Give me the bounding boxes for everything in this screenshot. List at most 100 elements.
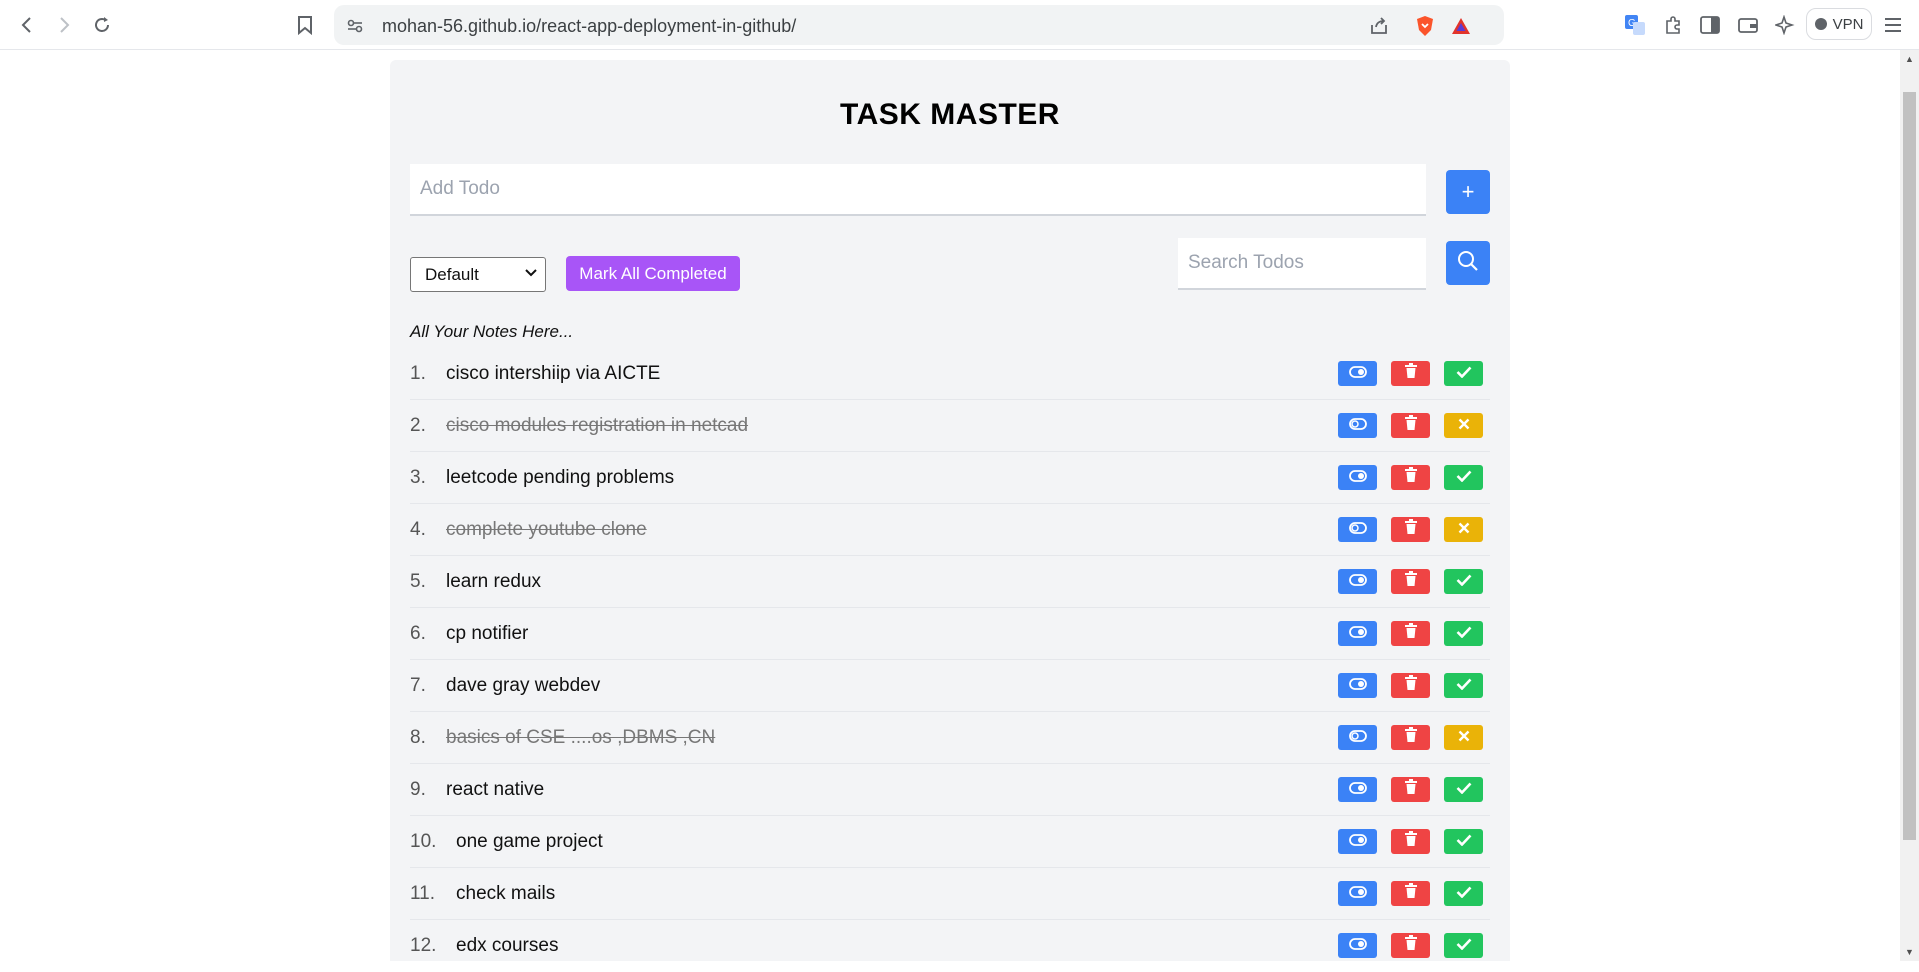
reload-icon[interactable]: [87, 10, 117, 40]
mark-incomplete-button[interactable]: [1444, 517, 1483, 542]
delete-button[interactable]: [1391, 829, 1430, 854]
todo-row: 5. learn redux: [410, 556, 1490, 608]
todo-number: 4.: [410, 519, 426, 540]
delete-button[interactable]: [1391, 621, 1430, 646]
toggle-icon: [1348, 521, 1367, 539]
sidebar-icon[interactable]: [1697, 12, 1723, 38]
edit-toggle-button[interactable]: [1338, 569, 1377, 594]
wallet-icon[interactable]: [1735, 12, 1761, 38]
search-button[interactable]: [1446, 241, 1490, 285]
forward-icon[interactable]: [49, 10, 79, 40]
delete-button[interactable]: [1391, 465, 1430, 490]
trash-icon: [1404, 675, 1418, 696]
leo-ai-icon[interactable]: [1772, 12, 1798, 38]
edit-toggle-button[interactable]: [1338, 413, 1377, 438]
check-icon: [1456, 885, 1472, 903]
vpn-button[interactable]: VPN: [1806, 8, 1872, 40]
filter-selected-value: Default: [425, 264, 479, 284]
delete-button[interactable]: [1391, 777, 1430, 802]
brave-shields-icon[interactable]: [1414, 15, 1436, 37]
toggle-icon: [1348, 677, 1367, 695]
todo-number: 12.: [410, 935, 437, 956]
edit-toggle-button[interactable]: [1338, 881, 1377, 906]
mark-complete-button[interactable]: [1444, 361, 1483, 386]
site-settings-icon[interactable]: [344, 15, 366, 37]
check-icon: [1456, 625, 1472, 643]
address-bar[interactable]: mohan-56.github.io/react-app-deployment-…: [334, 5, 1504, 45]
mark-complete-button[interactable]: [1444, 621, 1483, 646]
toggle-icon: [1348, 573, 1367, 591]
delete-button[interactable]: [1391, 361, 1430, 386]
back-icon[interactable]: [12, 10, 42, 40]
delete-button[interactable]: [1391, 933, 1430, 958]
edit-toggle-button[interactable]: [1338, 517, 1377, 542]
trash-icon: [1404, 831, 1418, 852]
todo-row: 1. cisco intershiip via AICTE: [410, 348, 1490, 400]
edit-toggle-button[interactable]: [1338, 725, 1377, 750]
todo-row: 2. cisco modules registration in netcad: [410, 400, 1490, 452]
delete-button[interactable]: [1391, 881, 1430, 906]
trash-icon: [1404, 363, 1418, 384]
todo-row: 4. complete youtube clone: [410, 504, 1490, 556]
add-todo-button[interactable]: +: [1446, 170, 1490, 214]
share-icon[interactable]: [1368, 15, 1390, 37]
edit-toggle-button[interactable]: [1338, 621, 1377, 646]
toggle-icon: [1348, 625, 1367, 643]
mark-incomplete-button[interactable]: [1444, 413, 1483, 438]
todo-row: 11. check mails: [410, 868, 1490, 920]
delete-button[interactable]: [1391, 725, 1430, 750]
todo-text: one game project: [456, 831, 603, 852]
mark-complete-button[interactable]: [1444, 777, 1483, 802]
edit-toggle-button[interactable]: [1338, 361, 1377, 386]
mark-complete-button[interactable]: [1444, 673, 1483, 698]
check-icon: [1456, 469, 1472, 487]
edit-toggle-button[interactable]: [1338, 933, 1377, 958]
mark-complete-button[interactable]: [1444, 933, 1483, 958]
url-text[interactable]: mohan-56.github.io/react-app-deployment-…: [382, 16, 796, 37]
mark-all-completed-button[interactable]: Mark All Completed: [566, 256, 740, 291]
check-icon: [1456, 937, 1472, 955]
mark-complete-button[interactable]: [1444, 465, 1483, 490]
check-icon: [1456, 365, 1472, 383]
scrollbar-thumb[interactable]: [1903, 92, 1916, 840]
extensions-icon[interactable]: [1660, 12, 1686, 38]
toggle-icon: [1348, 885, 1367, 903]
todo-number: 2.: [410, 415, 426, 436]
delete-button[interactable]: [1391, 517, 1430, 542]
todo-row: 8. basics of CSE ....os ,DBMS ,CN: [410, 712, 1490, 764]
search-input[interactable]: [1178, 238, 1426, 290]
edit-toggle-button[interactable]: [1338, 465, 1377, 490]
filter-select[interactable]: Default: [410, 257, 546, 292]
toggle-icon: [1348, 729, 1367, 747]
toggle-icon: [1348, 469, 1367, 487]
close-icon: [1458, 521, 1470, 539]
translate-icon[interactable]: G: [1622, 12, 1648, 38]
scroll-down-arrow[interactable]: ▼: [1903, 945, 1916, 959]
todo-row: 7. dave gray webdev: [410, 660, 1490, 712]
toggle-icon: [1348, 365, 1367, 383]
plus-icon: +: [1461, 179, 1475, 204]
todo-row: 3. leetcode pending problems: [410, 452, 1490, 504]
vpn-label: VPN: [1832, 15, 1864, 33]
todo-row: 6. cp notifier: [410, 608, 1490, 660]
todo-row: 12. edx courses: [410, 920, 1490, 972]
add-todo-input[interactable]: [410, 164, 1426, 216]
notes-label: All Your Notes Here...: [410, 322, 574, 341]
delete-button[interactable]: [1391, 673, 1430, 698]
scroll-up-arrow[interactable]: ▲: [1903, 52, 1916, 66]
mark-complete-button[interactable]: [1444, 569, 1483, 594]
delete-button[interactable]: [1391, 413, 1430, 438]
bookmark-icon[interactable]: [290, 10, 320, 40]
todo-text: check mails: [456, 883, 556, 904]
edit-toggle-button[interactable]: [1338, 777, 1377, 802]
menu-icon[interactable]: [1880, 12, 1906, 38]
delete-button[interactable]: [1391, 569, 1430, 594]
toggle-icon: [1348, 833, 1367, 851]
edit-toggle-button[interactable]: [1338, 673, 1377, 698]
todo-text: cisco modules registration in netcad: [446, 415, 749, 436]
mark-incomplete-button[interactable]: [1444, 725, 1483, 750]
brave-rewards-icon[interactable]: [1450, 15, 1472, 37]
edit-toggle-button[interactable]: [1338, 829, 1377, 854]
mark-complete-button[interactable]: [1444, 829, 1483, 854]
mark-complete-button[interactable]: [1444, 881, 1483, 906]
